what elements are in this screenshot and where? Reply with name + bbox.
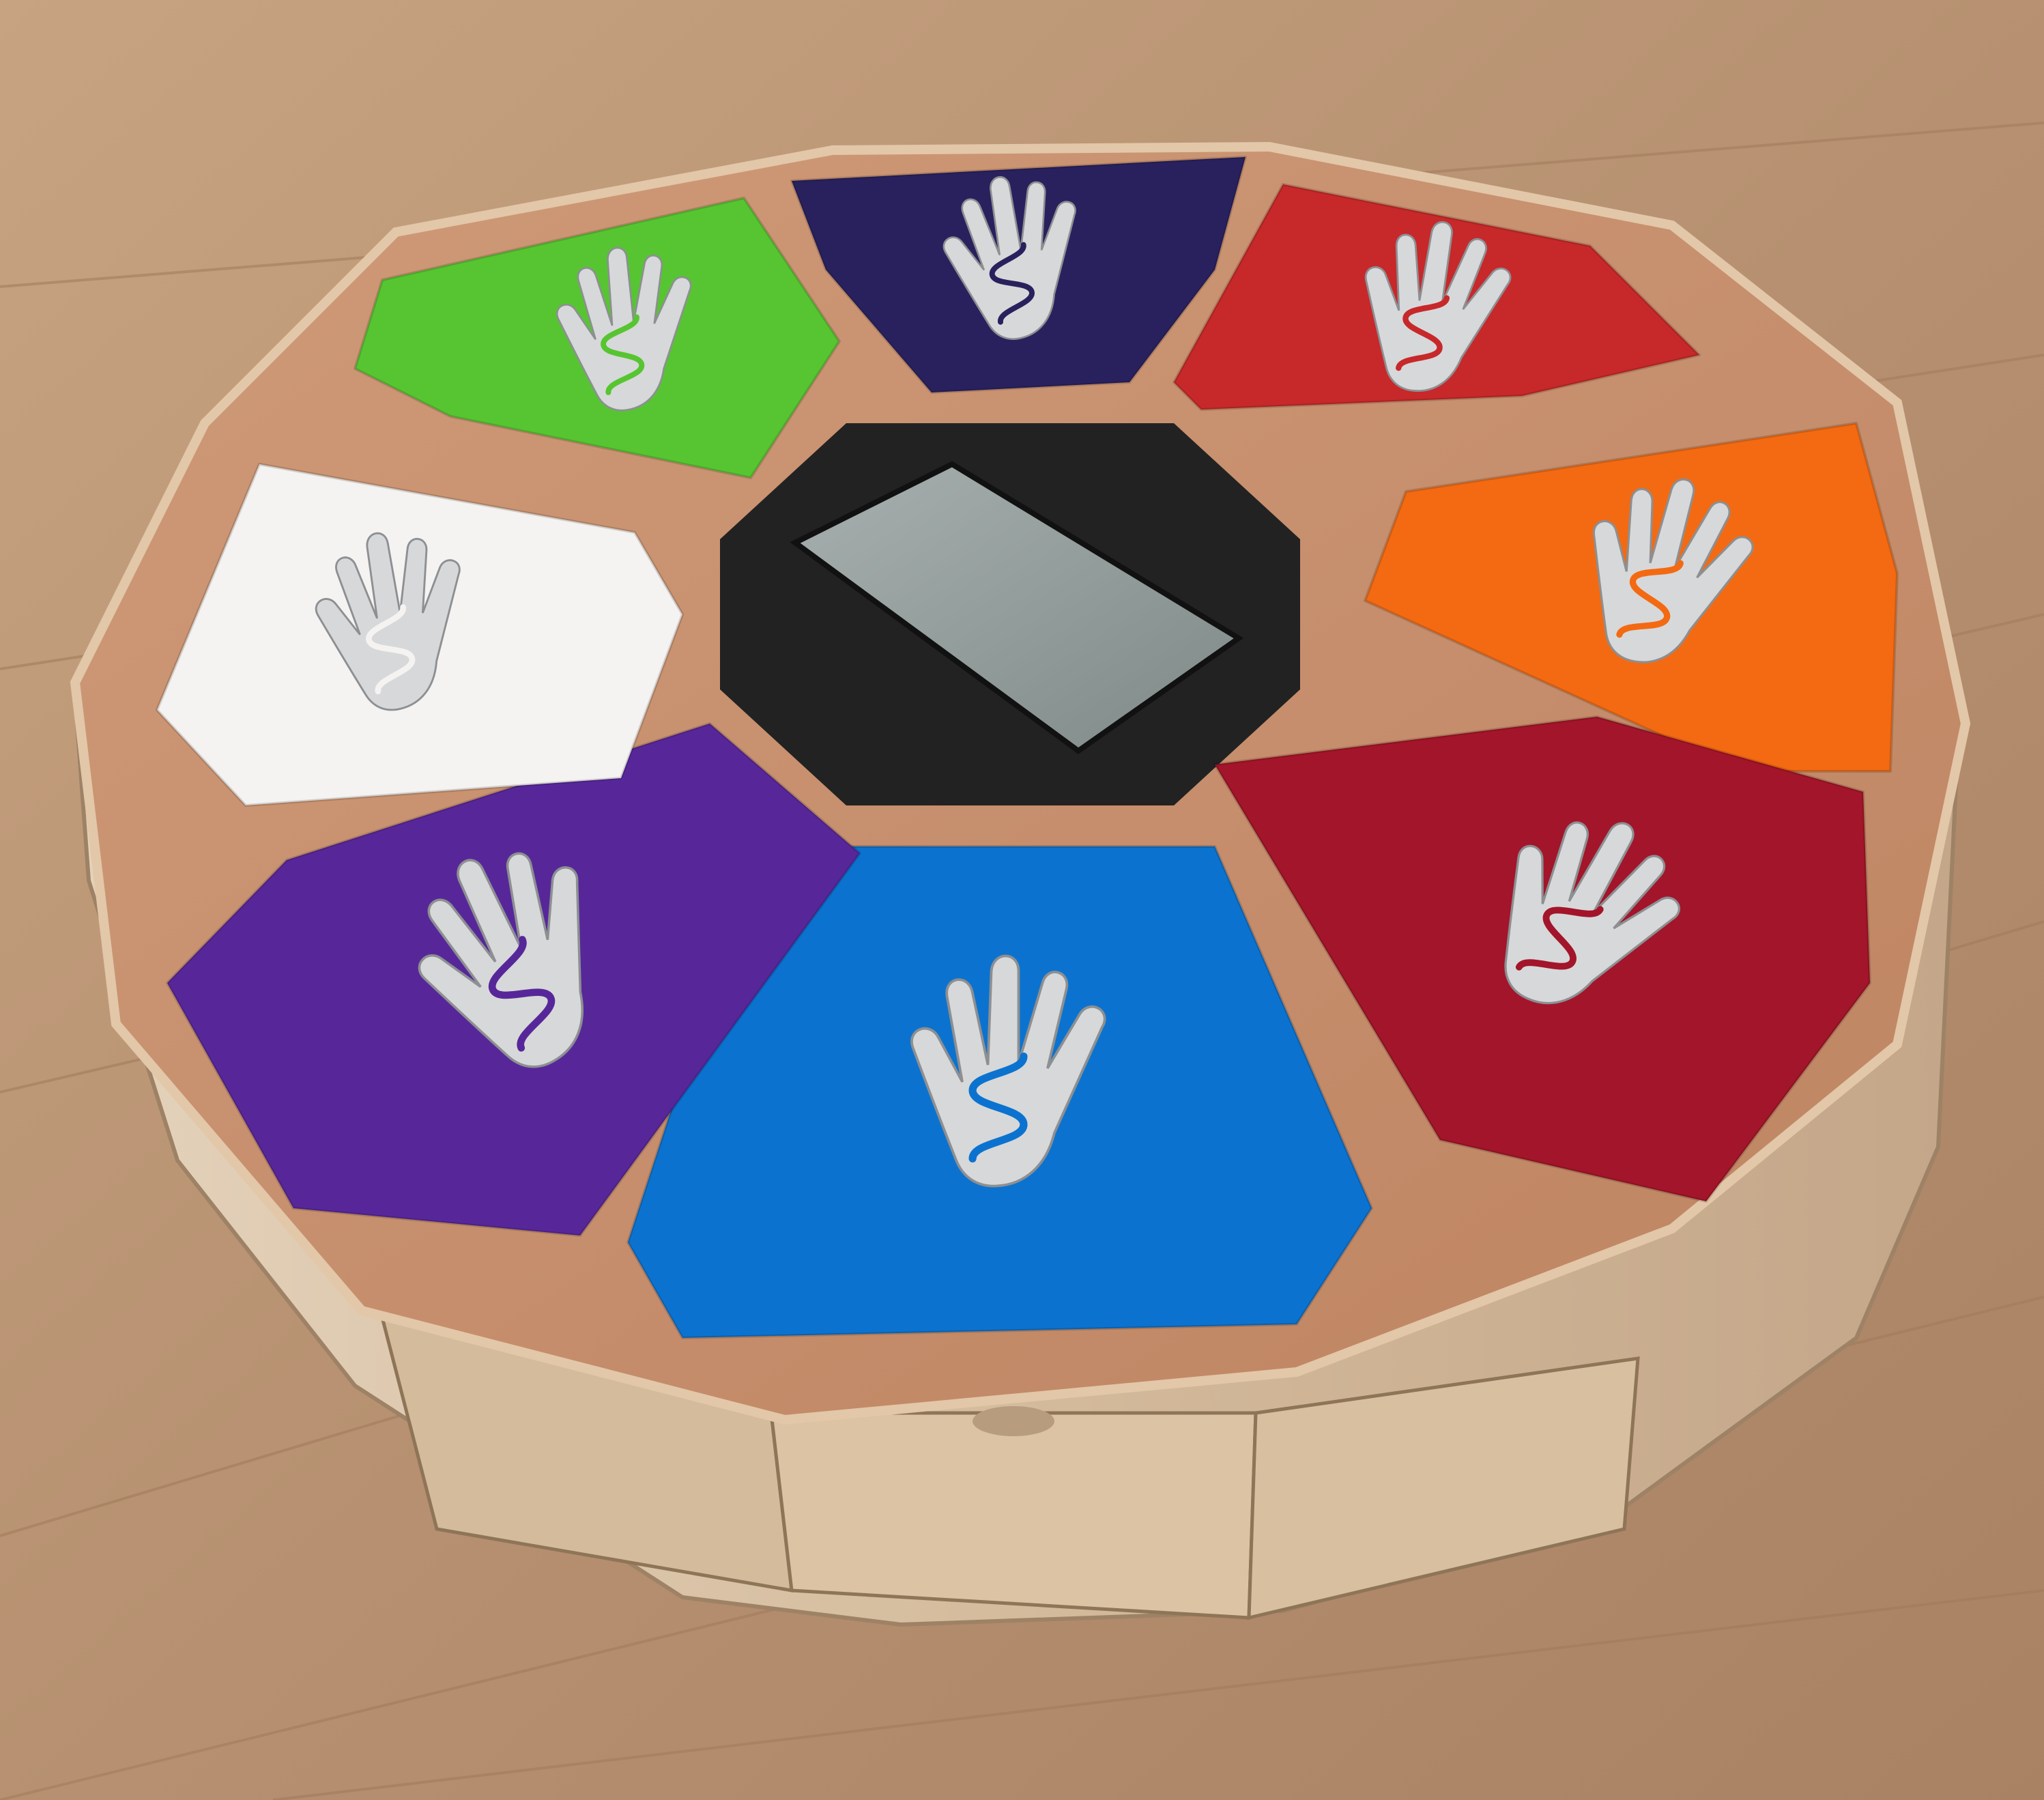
photo-scene bbox=[0, 0, 2044, 1800]
drawer-handle bbox=[973, 1406, 1054, 1436]
device-illustration bbox=[0, 0, 2044, 1800]
drawer-center bbox=[769, 1411, 1258, 1620]
